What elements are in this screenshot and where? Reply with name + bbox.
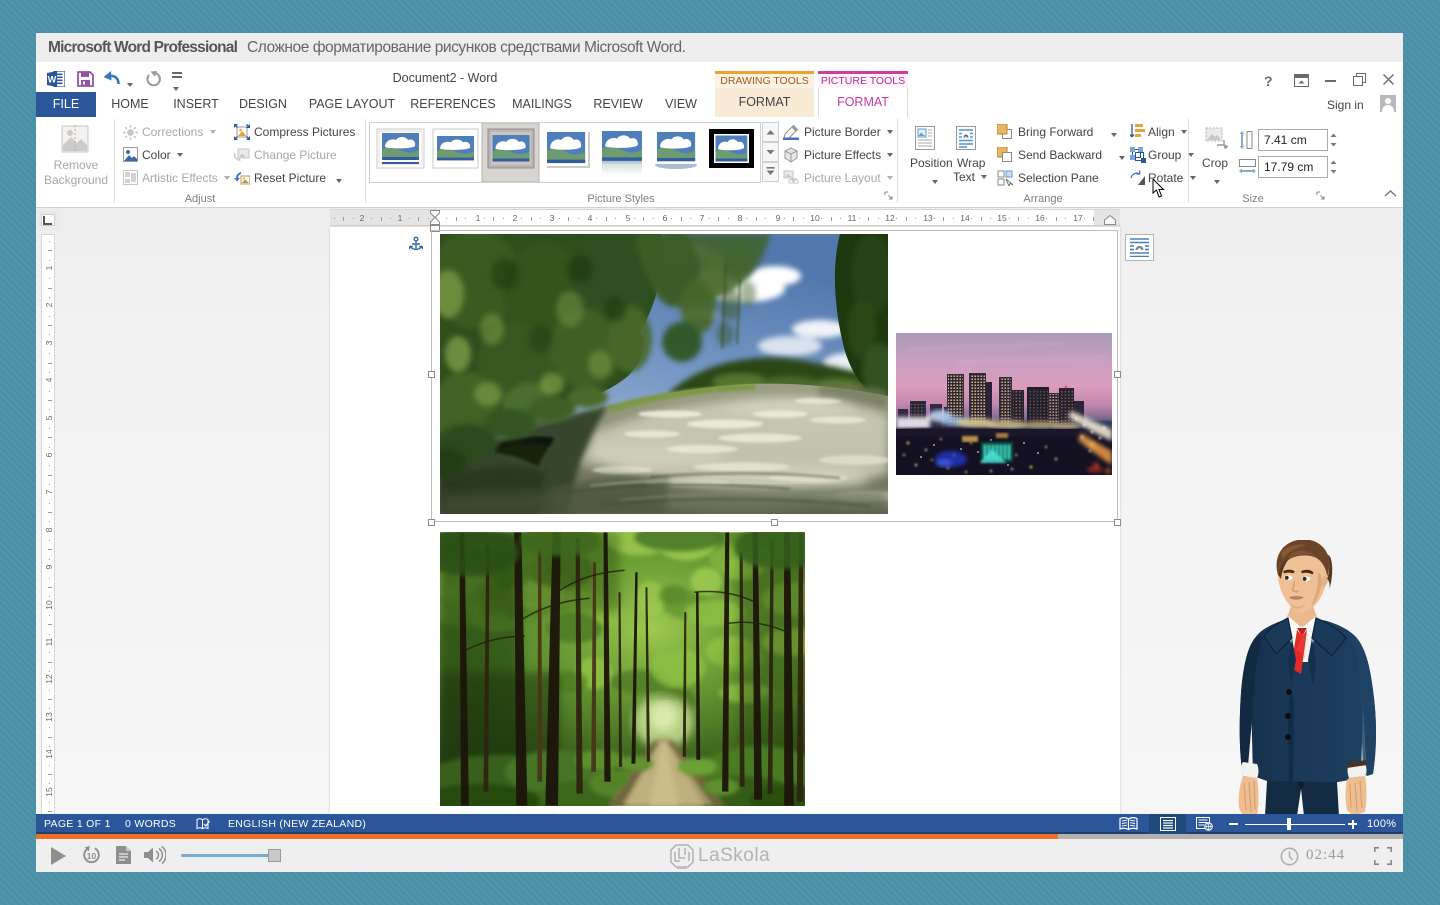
svg-text:W: W [48,75,57,85]
svg-text:10: 10 [87,851,97,861]
